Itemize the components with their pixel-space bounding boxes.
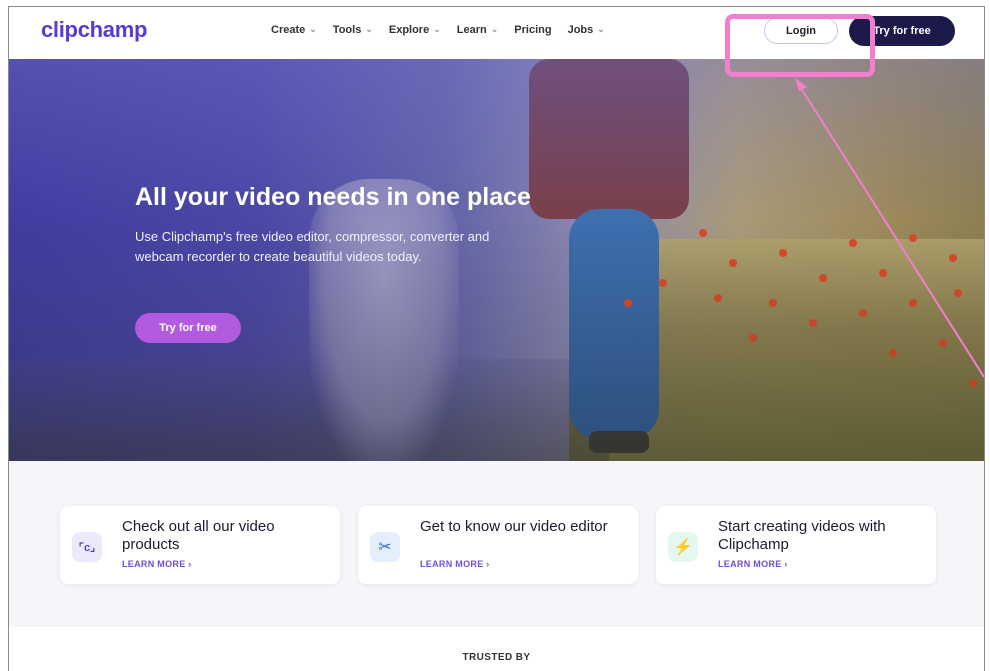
- card-title: Get to know our video editor: [420, 518, 608, 535]
- hero-title: All your video needs in one place: [135, 183, 531, 211]
- lightning-icon: ⚡: [668, 532, 698, 562]
- nav-item-label: Explore: [388, 24, 430, 36]
- chevron-down-icon: ⌄: [490, 23, 499, 34]
- hero-section: All your video needs in one place Use Cl…: [9, 59, 984, 461]
- nav-item-label: Jobs: [567, 24, 594, 36]
- card-video-editor[interactable]: ✂ Get to know our video editor LEARN MOR…: [358, 506, 638, 584]
- chevron-down-icon: ⌄: [365, 23, 373, 34]
- card-title: Check out all our video products: [122, 518, 275, 553]
- chevron-down-icon: ⌄: [597, 23, 605, 34]
- nav-item-explore[interactable]: Explore ⌄: [388, 23, 441, 37]
- main-menu: Create ⌄ Tools ⌄ Explore ⌄ Learn ⌄ Pricing Jobs ⌄: [271, 23, 621, 37]
- chevron-down-icon: ⌄: [309, 23, 317, 34]
- clipchamp-logo[interactable]: clipchamp: [41, 17, 147, 43]
- hero-subtitle: Use Clipchamp's free video editor, compr…: [135, 229, 490, 264]
- trusted-by-heading: TRUSTED BY: [462, 652, 531, 663]
- hero-try-for-free-button[interactable]: Try for free: [135, 313, 241, 343]
- learn-more-link[interactable]: LEARN MORE ›: [122, 559, 192, 569]
- nav-item-pricing[interactable]: Pricing: [514, 24, 551, 36]
- card-video-products[interactable]: ⌜c⌟ Check out all our video products LEA…: [60, 506, 340, 584]
- nav-item-label: Create: [271, 24, 306, 36]
- feature-cards-section: ⌜c⌟ Check out all our video products LEA…: [9, 461, 984, 627]
- nav-item-label: Tools: [332, 24, 362, 36]
- nav-item-jobs[interactable]: Jobs ⌄: [567, 23, 605, 37]
- nav-item-tools[interactable]: Tools ⌄: [332, 23, 373, 37]
- nav-item-create[interactable]: Create ⌄: [271, 23, 317, 37]
- learn-more-link[interactable]: LEARN MORE ›: [420, 559, 490, 569]
- try-for-free-nav-button[interactable]: Try for free: [849, 16, 955, 46]
- login-button[interactable]: Login: [764, 17, 838, 44]
- learn-more-link[interactable]: LEARN MORE ›: [718, 559, 788, 569]
- card-title: Start creating videos with Clipchamp: [718, 518, 886, 553]
- crop-frame-icon: ⌜c⌟: [72, 532, 102, 562]
- browser-page: clipchamp Create ⌄ Tools ⌄ Explore ⌄ Learn ⌄ Pri…: [8, 6, 985, 671]
- top-navigation: clipchamp Create ⌄ Tools ⌄ Explore ⌄ Learn ⌄ Pri…: [9, 7, 984, 59]
- nav-item-label: Learn: [456, 24, 487, 36]
- chevron-down-icon: ⌄: [433, 23, 441, 34]
- nav-item-learn[interactable]: Learn ⌄: [456, 23, 499, 37]
- nav-item-label: Pricing: [514, 24, 552, 36]
- scissors-icon: ✂: [370, 532, 400, 562]
- card-start-creating[interactable]: ⚡ Start creating videos with Clipchamp L…: [656, 506, 936, 584]
